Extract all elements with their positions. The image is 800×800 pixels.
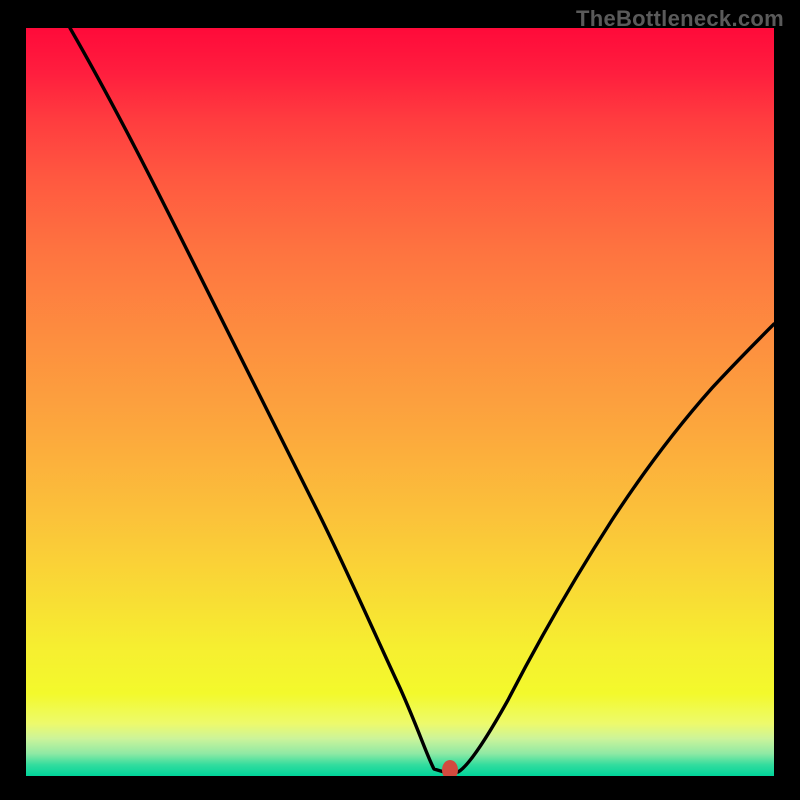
bottleneck-curve <box>70 28 774 772</box>
optimum-marker <box>442 760 458 776</box>
chart-svg <box>26 28 774 776</box>
plot-area <box>26 28 774 776</box>
chart-frame: { "watermark": "TheBottleneck.com", "col… <box>0 0 800 800</box>
